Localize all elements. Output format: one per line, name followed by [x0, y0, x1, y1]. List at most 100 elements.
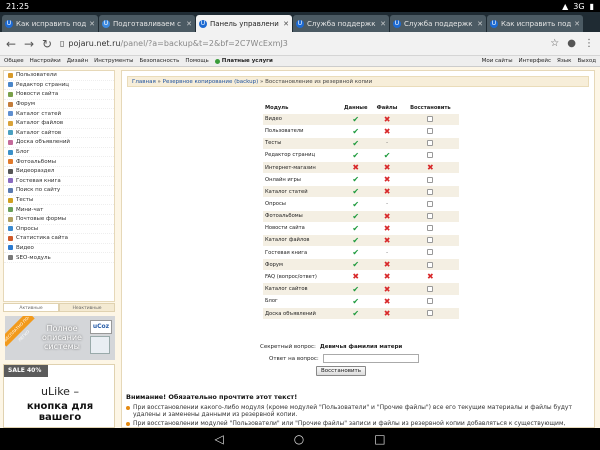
sidebar-item[interactable]: Поиск по сайту	[4, 186, 114, 196]
sidebar-item[interactable]: Тесты	[4, 196, 114, 206]
cross-icon: ✖	[383, 114, 391, 124]
sidebar-item[interactable]: Гостевая книга	[4, 177, 114, 187]
sidebar-item[interactable]: Видео	[4, 244, 114, 254]
ulike-banner[interactable]: SALE 40% uLike – кнопка для вашего	[3, 364, 115, 428]
browser-tab[interactable]: U Как исправить под ✕	[2, 15, 98, 32]
admin-menu-item[interactable]: Общее	[4, 58, 24, 64]
restore-checkbox[interactable]	[427, 261, 434, 268]
sidebar-item[interactable]: Опросы	[4, 225, 114, 235]
admin-right-item[interactable]: Интерфейс	[519, 58, 551, 64]
tab-inactive-modules[interactable]: Неактивные	[59, 303, 115, 312]
restore-checkbox[interactable]	[427, 310, 434, 317]
back-arrow-icon[interactable]: ←	[6, 37, 16, 51]
tab-close-icon[interactable]: ✕	[574, 20, 580, 28]
sidebar-item[interactable]: Видеораздел	[4, 167, 114, 177]
restore-checkbox[interactable]	[427, 127, 434, 134]
forward-arrow-icon[interactable]: →	[24, 37, 34, 51]
admin-menu-item[interactable]: Дизайн	[67, 58, 88, 64]
microphone-icon[interactable]: ●	[567, 38, 576, 49]
overflow-menu-icon[interactable]: ⋮	[584, 38, 594, 49]
files-cell: ✖	[372, 270, 402, 283]
sidebar-item[interactable]: Редактор страниц	[4, 81, 114, 91]
admin-right-item[interactable]: Выход	[577, 58, 596, 64]
clock: 21:25	[6, 1, 30, 11]
cross-icon: ✖	[383, 296, 391, 306]
sidebar-item[interactable]: Доска объявлений	[4, 138, 114, 148]
sidebar-item[interactable]: Каталог сайтов	[4, 129, 114, 139]
home-nav-icon[interactable]: ○	[294, 432, 304, 446]
restore-checkbox[interactable]	[427, 176, 434, 183]
network-type: 3G	[573, 1, 585, 11]
col-header-files: Файлы	[372, 104, 402, 113]
sidebar-item[interactable]: Мини-чат	[4, 205, 114, 215]
check-icon: ✔	[352, 284, 360, 294]
sidebar-item[interactable]: Каталог статей	[4, 109, 114, 119]
tab-close-icon[interactable]: ✕	[89, 20, 95, 28]
restore-checkbox[interactable]	[427, 200, 434, 207]
restore-checkbox[interactable]	[427, 237, 434, 244]
ucoz-admin-bar: Общее Настройки Дизайн Инструменты Безопасно…	[0, 56, 600, 67]
restore-checkbox[interactable]	[427, 297, 434, 304]
star-icon[interactable]: ☆	[550, 38, 559, 49]
tab-close-icon[interactable]: ✕	[283, 20, 289, 28]
restore-checkbox[interactable]	[427, 249, 434, 256]
admin-menu-item[interactable]: Инструменты	[94, 58, 133, 64]
answer-input[interactable]	[322, 354, 419, 363]
admin-menu-item[interactable]: Безопасность	[139, 58, 179, 64]
sidebar-item[interactable]: Каталог файлов	[4, 119, 114, 129]
restore-cell	[401, 294, 459, 308]
recents-nav-icon[interactable]: □	[374, 432, 385, 446]
tab-close-icon[interactable]: ✕	[477, 20, 483, 28]
browser-tab[interactable]: U Панель управлени ✕	[196, 15, 292, 32]
admin-right-item[interactable]: Язык	[557, 58, 571, 64]
breadcrumb-backup[interactable]: Резервное копирование (backup)	[163, 79, 259, 85]
files-cell: ✖	[372, 233, 402, 247]
table-row: Тесты ✔ -	[263, 136, 459, 150]
browser-tab[interactable]: U Служба поддержк ✕	[293, 15, 389, 32]
restore-checkbox[interactable]	[427, 225, 434, 232]
admin-menu-item[interactable]: Помощь	[185, 58, 208, 64]
sidebar-item[interactable]: Пользователи	[4, 71, 114, 81]
tab-close-icon[interactable]: ✕	[186, 20, 192, 28]
admin-right-item[interactable]: Мои сайты	[482, 58, 513, 64]
files-cell: ✖	[372, 221, 402, 235]
restore-checkbox[interactable]	[427, 188, 434, 195]
check-icon: ✔	[352, 126, 360, 136]
sidebar-item[interactable]: Почтовые формы	[4, 215, 114, 225]
modules-sidebar: Пользователи Редактор страниц Новости сайт…	[3, 70, 115, 302]
files-cell: ✖	[372, 306, 402, 320]
restore-button[interactable]: Восстановить	[316, 366, 366, 376]
restore-checkbox[interactable]	[427, 285, 434, 292]
warning-title: Внимание! Обязательно прочтите этот текс…	[126, 393, 298, 401]
sidebar-item[interactable]: Фотоальбомы	[4, 157, 114, 167]
sidebar-item-label: Почтовые формы	[16, 216, 67, 223]
warning-notes: При восстановлении какого-либо модуля (к…	[126, 404, 590, 428]
sidebar-item[interactable]: Новости сайта	[4, 90, 114, 100]
files-cell: ✔	[372, 148, 402, 162]
sidebar-item[interactable]: SEO-модуль	[4, 253, 114, 263]
tab-active-modules[interactable]: Активные	[3, 303, 59, 312]
files-cell: ✖	[372, 294, 402, 308]
warning-item: При восстановлении какого-либо модуля (к…	[126, 404, 590, 418]
reload-icon[interactable]: ↻	[42, 37, 52, 51]
browser-tab[interactable]: U Подготавливаем с ✕	[99, 15, 195, 32]
sidebar-item[interactable]: Статистика сайта	[4, 234, 114, 244]
url-field[interactable]: ▯ pojaru.net.ru/panel/?a=backup&t=2&bf=2…	[60, 35, 542, 52]
restore-checkbox[interactable]	[427, 140, 434, 147]
tab-close-icon[interactable]: ✕	[380, 20, 386, 28]
admin-menu-item[interactable]: Настройки	[30, 58, 61, 64]
restore-cell	[401, 282, 459, 296]
sidebar-item[interactable]: Блог	[4, 148, 114, 158]
restore-checkbox[interactable]	[427, 115, 434, 122]
android-status-bar: 21:25 ▲ 3G ▮	[0, 0, 600, 12]
browser-tab[interactable]: U Как исправить под ✕	[487, 15, 583, 32]
restore-checkbox[interactable]	[427, 212, 434, 219]
browser-tab[interactable]: U Служба поддержк ✕	[390, 15, 486, 32]
module-icon	[8, 216, 13, 222]
paid-services-link[interactable]: Платные услуги	[214, 58, 273, 64]
breadcrumb-home[interactable]: Главная	[132, 79, 156, 85]
sidebar-item[interactable]: Форум	[4, 100, 114, 110]
back-nav-icon[interactable]: ◁	[214, 432, 223, 446]
ucoz-banner[interactable]: БЕСПЛАТНО ПО-ЛЕГКО Полное описание систе…	[5, 316, 115, 360]
restore-checkbox[interactable]	[427, 152, 434, 159]
